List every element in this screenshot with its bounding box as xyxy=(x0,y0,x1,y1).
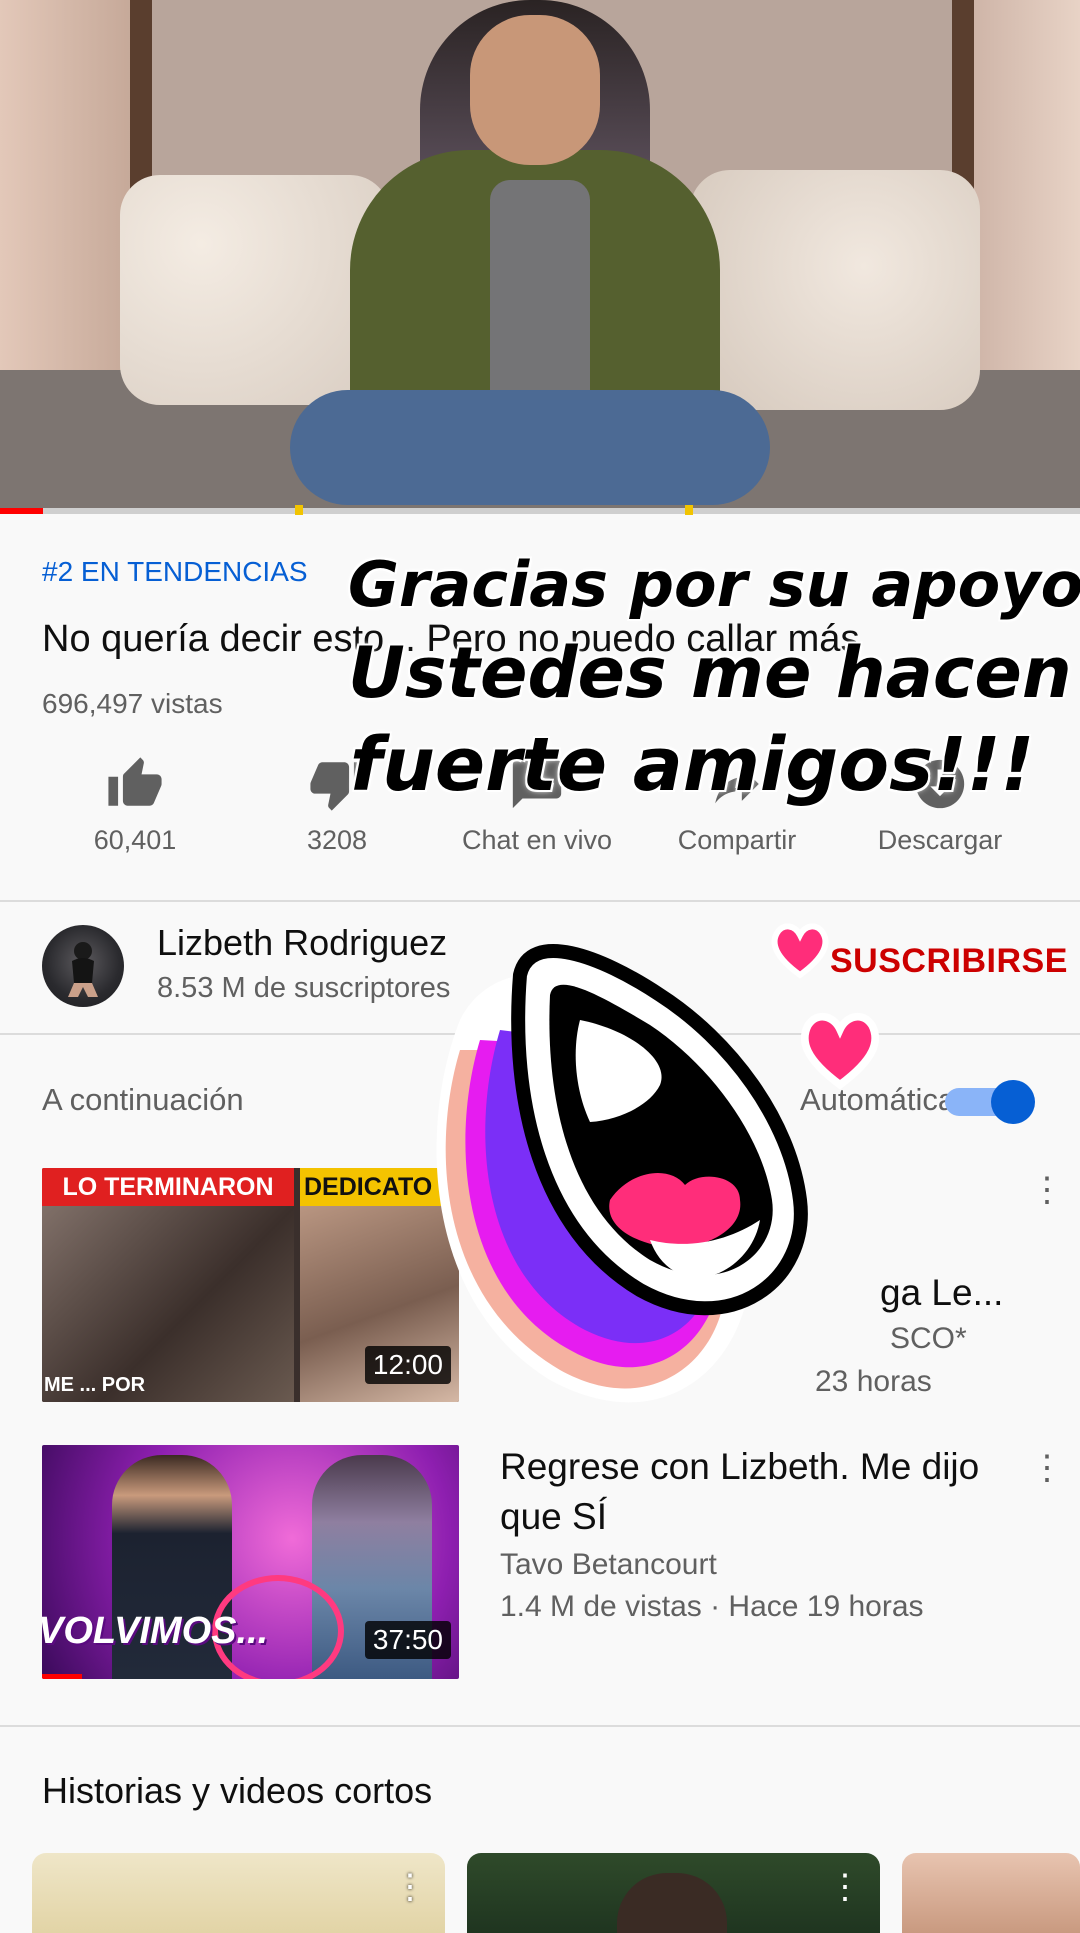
short-thumbnail-person xyxy=(617,1873,727,1933)
live-chat-label: Chat en vivo xyxy=(461,825,613,855)
more-options-icon[interactable]: ⋮ xyxy=(1030,1448,1064,1488)
autoplay-toggle[interactable] xyxy=(945,1078,1037,1124)
thumbnail-caption: LO TERMINARON xyxy=(42,1168,294,1206)
thumbnail-caption: VOLVIMOS... xyxy=(42,1610,269,1652)
trending-badge[interactable]: #2 EN TENDENCIAS xyxy=(42,556,308,588)
channel-avatar[interactable] xyxy=(42,925,124,1007)
short-card[interactable]: ⋮ xyxy=(467,1853,880,1933)
video-thumbnail[interactable]: LO TERMINARON DEDICATO ME ... POR 12:00 xyxy=(42,1168,459,1402)
shorts-heading: Historias y videos cortos xyxy=(42,1770,433,1811)
more-options-icon[interactable]: ⋮ xyxy=(393,1867,427,1907)
video-channel: Tavo Betancourt xyxy=(500,1548,717,1581)
video-meta: 1.4 M de vistas · Hace 19 horas xyxy=(500,1590,924,1623)
avatar-figure xyxy=(68,942,98,997)
video-title[interactable]: Regrese con Lizbeth. Me dijo que SÍ xyxy=(500,1442,990,1542)
overlay-caption-line: fuerte amigos!!! xyxy=(350,722,1035,808)
ad-marker xyxy=(685,505,693,515)
toggle-knob xyxy=(991,1080,1035,1124)
short-card[interactable]: ⋮ xyxy=(32,1853,445,1933)
progress-bar-fill xyxy=(0,508,44,514)
heart-icon xyxy=(771,923,829,979)
overlay-caption-line: Ustedes me hacen xyxy=(348,632,1072,714)
progress-bar[interactable] xyxy=(0,508,1080,514)
divider xyxy=(0,1725,1080,1727)
video-frame-pillow xyxy=(690,170,980,410)
video-frame-person xyxy=(290,390,770,505)
heart-icon xyxy=(800,1012,880,1090)
more-options-icon[interactable]: ⋮ xyxy=(828,1867,862,1907)
ad-marker xyxy=(295,505,303,515)
video-frame-person xyxy=(490,180,590,410)
video-player[interactable] xyxy=(0,0,1080,510)
thumbnail-small-text: ME ... POR xyxy=(44,1374,146,1396)
overlay-caption-line: Gracias por su apoyo! xyxy=(348,548,1080,621)
watched-progress xyxy=(42,1674,82,1679)
video-frame-person xyxy=(470,15,600,165)
like-count: 60,401 xyxy=(93,825,177,855)
short-card[interactable] xyxy=(902,1853,1080,1933)
up-next-heading: A continuación xyxy=(42,1082,244,1117)
video-thumbnail[interactable]: VOLVIMOS... 37:50 xyxy=(42,1445,459,1679)
share-label: Compartir xyxy=(677,825,797,855)
thumbs-up-icon xyxy=(108,757,162,806)
duration-badge: 37:50 xyxy=(364,1621,451,1659)
like-button[interactable]: 60,401 xyxy=(50,755,220,856)
view-count: 696,497 vistas xyxy=(42,688,223,719)
download-label: Descargar xyxy=(877,825,1003,855)
more-options-icon[interactable]: ⋮ xyxy=(1030,1170,1064,1210)
sticker-mouth xyxy=(436,944,808,1403)
dislike-count: 3208 xyxy=(306,825,368,855)
